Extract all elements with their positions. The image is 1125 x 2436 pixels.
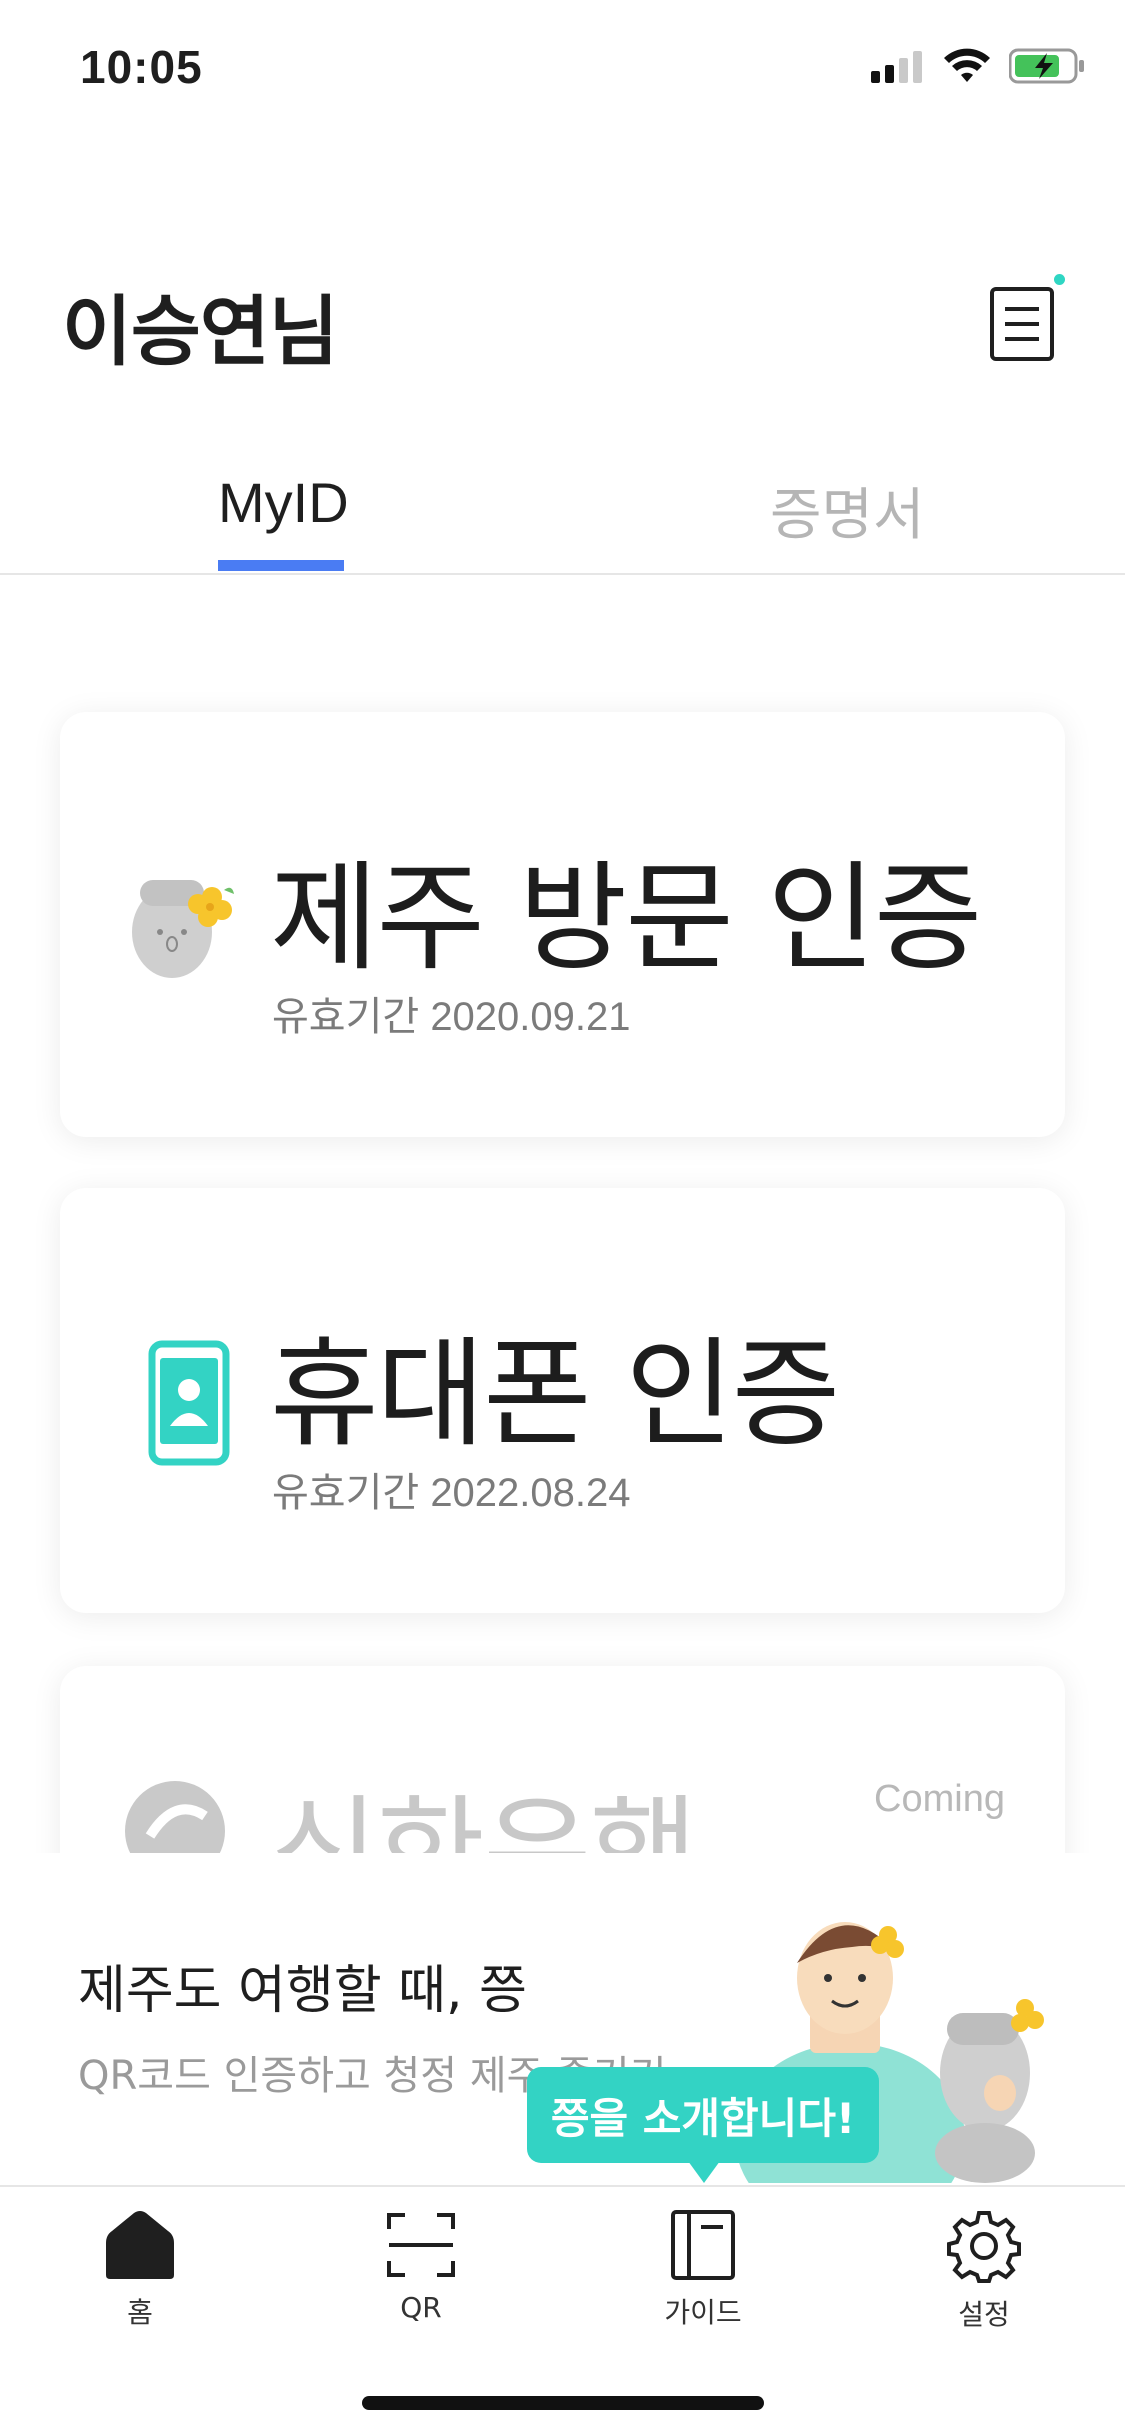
tooltip-tail (688, 2161, 720, 2183)
signal-icon (871, 51, 922, 83)
nav-qr[interactable]: QR (331, 2209, 511, 2339)
jeju-stone-statue-icon (132, 880, 234, 978)
battery-charging-icon (1009, 48, 1084, 84)
document-list-icon (990, 287, 1054, 361)
guide-tooltip[interactable]: 쯩을 소개합니다! (527, 2067, 879, 2163)
nav-label: 홈 (127, 2296, 153, 2329)
card-subtitle: 유효기간 2020.09.21 (272, 995, 631, 1039)
card-phone-auth[interactable]: 휴대폰 인증 유효기간 2022.08.24 (60, 1188, 1065, 1613)
home-indicator (362, 2396, 764, 2410)
tab-myid[interactable]: MyID (218, 470, 349, 570)
notification-dot (1054, 274, 1065, 285)
nav-home[interactable]: 홈 (50, 2209, 230, 2339)
tab-bar: MyID 증명서 (0, 440, 1125, 575)
status-icons (871, 48, 1085, 84)
nav-settings[interactable]: 설정 (894, 2209, 1074, 2339)
phone-person-icon (148, 1340, 230, 1466)
qr-scan-icon (387, 2213, 455, 2277)
tab-certificates[interactable]: 증명서 (770, 470, 925, 570)
status-time: 10:05 (80, 41, 203, 93)
nav-label: 설정 (958, 2298, 1010, 2331)
home-icon (106, 2211, 174, 2279)
guide-book-icon (671, 2210, 735, 2280)
card-jeju-visit[interactable]: 제주 방문 인증 유효기간 2020.09.21 (60, 712, 1065, 1137)
tab-active-indicator (218, 560, 344, 571)
card-title: 휴대폰 인증 (270, 1325, 840, 1463)
nav-label: 가이드 (664, 2296, 742, 2329)
nav-guide[interactable]: 가이드 (613, 2209, 793, 2339)
promo-title: 제주도 여행할 때, 쯩 (78, 1961, 527, 2021)
menu-button[interactable] (988, 285, 1058, 365)
page-title: 이승연님 (62, 287, 339, 376)
status-bar: 10:05 (0, 0, 1125, 140)
nav-label: QR (400, 2291, 442, 2324)
card-subtitle: 유효기간 2022.08.24 (272, 1471, 631, 1515)
wifi-icon (944, 48, 990, 82)
gear-icon (947, 2211, 1021, 2283)
coming-soon-badge: Coming (874, 1778, 1005, 1820)
card-title: 제주 방문 인증 (270, 849, 982, 987)
